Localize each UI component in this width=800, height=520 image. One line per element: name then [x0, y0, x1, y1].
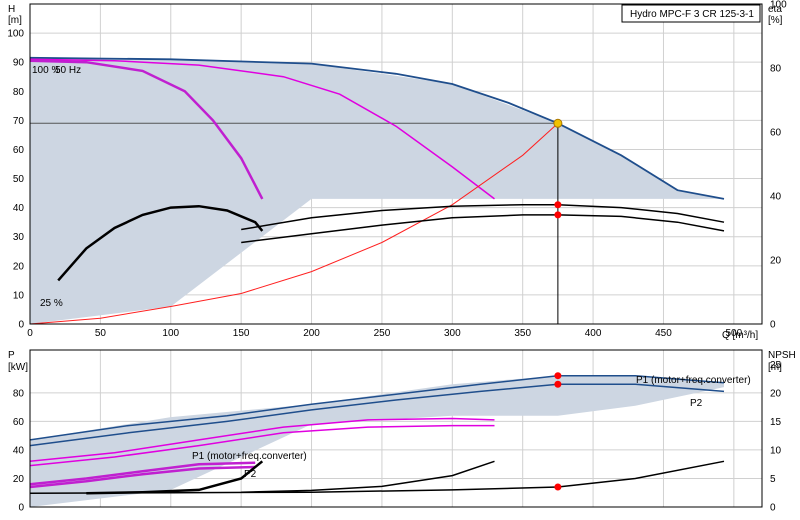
- annotation-50-hz: 50 Hz: [55, 65, 81, 76]
- y-tick-label-left: 10: [13, 290, 25, 301]
- npsh-duty-marker: [554, 483, 562, 491]
- p1-label-max: P1 (motor+freq.converter): [636, 375, 751, 386]
- y-tick-label-right: 80: [770, 64, 782, 75]
- x-tick-label: 350: [514, 328, 531, 339]
- y-tick-label-left: 100: [7, 29, 24, 40]
- p-tick-label: 60: [13, 417, 25, 428]
- p1-label-low: P1 (motor+freq.converter): [192, 451, 307, 462]
- p1-duty-marker: [554, 372, 562, 380]
- y-tick-label-left: 90: [13, 58, 25, 69]
- y-tick-label-right: 60: [770, 128, 782, 139]
- eta-axis-unit: [%]: [768, 15, 783, 26]
- x-tick-label: 100: [162, 328, 179, 339]
- p2-label-low: P2: [244, 469, 257, 480]
- x-tick-label: 450: [655, 328, 672, 339]
- series-line: [241, 460, 495, 493]
- y-tick-label-right: 20: [770, 256, 782, 267]
- eta-axis-name: eta: [768, 4, 782, 15]
- x-tick-label: 300: [444, 328, 461, 339]
- npsh-tick-label: 0: [770, 503, 776, 514]
- y-tick-label-left: 40: [13, 203, 25, 214]
- npsh-tick-label: 15: [770, 417, 782, 428]
- p-tick-label: 40: [13, 445, 25, 456]
- x-tick-label: 250: [374, 328, 391, 339]
- x-tick-label: 150: [233, 328, 250, 339]
- y-tick-label-left: 70: [13, 116, 25, 127]
- efficiency-marker: [554, 201, 562, 209]
- chart-title: Hydro MPC-F 3 CR 125-3-1: [630, 9, 754, 20]
- p-tick-label: 20: [13, 474, 25, 485]
- x-tick-label: 50: [95, 328, 107, 339]
- x-tick-label: 200: [303, 328, 320, 339]
- p2-label-max: P2: [690, 398, 703, 409]
- p2-duty-marker: [554, 380, 562, 388]
- y-tick-label-right: 0: [770, 320, 776, 331]
- pump-curve-svg: 0 50 100 150 200 250 300 350 400 450 5000102030405…: [7, 0, 796, 514]
- npsh-axis-name: NPSH: [768, 350, 796, 361]
- y-tick-label-left: 50: [13, 174, 25, 185]
- efficiency-marker: [554, 211, 562, 219]
- npsh-tick-label: 10: [770, 445, 782, 456]
- y-tick-label-right: 40: [770, 192, 782, 203]
- p-tick-label: 0: [18, 503, 24, 514]
- y-tick-label-left: 60: [13, 145, 25, 156]
- x-tick-label: 0: [27, 328, 33, 339]
- p-tick-label: 80: [13, 388, 25, 399]
- h-axis-unit: [m]: [8, 15, 22, 26]
- npsh-axis-unit: [m]: [768, 362, 782, 373]
- y-tick-label-left: 30: [13, 232, 25, 243]
- operating-range-area: [30, 57, 724, 325]
- series-line: [241, 214, 725, 244]
- q-axis-label: Q [m³/h]: [722, 330, 758, 341]
- y-tick-label-left: 80: [13, 87, 25, 98]
- p-axis-name: P: [8, 350, 15, 361]
- y-tick-label-left: 0: [18, 320, 24, 331]
- x-tick-label: 400: [585, 328, 602, 339]
- p-axis-unit: [kW]: [8, 362, 28, 373]
- h-axis-name: H: [8, 4, 15, 15]
- npsh-tick-label: 5: [770, 474, 776, 485]
- duty-point-marker: [553, 118, 563, 128]
- npsh-tick-label: 20: [770, 388, 782, 399]
- y-tick-label-left: 20: [13, 261, 25, 272]
- annotation-25-percent: 25 %: [40, 298, 63, 309]
- pump-curve-chart: 0 50 100 150 200 250 300 350 400 450 500 0 10 20 30 40 5…: [0, 0, 800, 520]
